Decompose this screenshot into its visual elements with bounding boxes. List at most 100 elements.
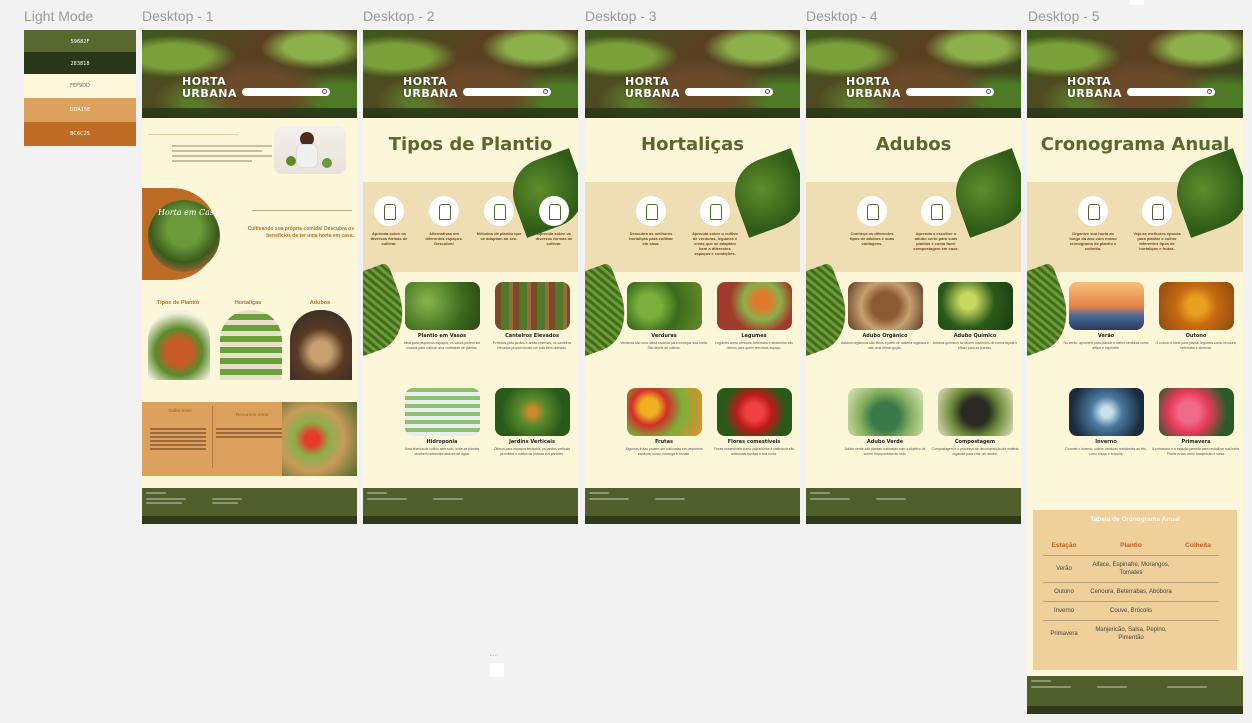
card-image-adubo-quimico[interactable]: [938, 282, 1013, 330]
hero-banner: HORTAURBANA ·····: [585, 30, 800, 118]
nav-item[interactable]: ·: [271, 115, 314, 118]
search-input[interactable]: [242, 88, 330, 96]
feature-item: Aprenda sobre os diversos formas de cult…: [530, 196, 578, 246]
swatch-primary[interactable]: 59682F: [24, 30, 136, 52]
nav-item[interactable]: ·: [228, 115, 271, 118]
card-image-outono[interactable]: [1159, 282, 1234, 330]
card-image-adubo-organico[interactable]: [848, 282, 923, 330]
nav-item[interactable]: ·: [585, 115, 628, 118]
nav-item[interactable]: ·: [806, 115, 849, 118]
frame-label-desktop-2[interactable]: Desktop - 2: [363, 8, 435, 24]
frame-label-desktop-1[interactable]: Desktop - 1: [142, 8, 214, 24]
table-header: Colheita: [1185, 542, 1211, 549]
frame-label-desktop-4[interactable]: Desktop - 4: [806, 8, 878, 24]
search-icon[interactable]: [765, 89, 770, 94]
card-image-inverno[interactable]: [1069, 388, 1144, 436]
site-logo[interactable]: HORTA URBANA: [625, 76, 680, 100]
nav-item[interactable]: ·: [628, 115, 671, 118]
nav-item[interactable]: ·: [714, 115, 757, 118]
feature-item: Veja as melhores épocas para plantar e c…: [1133, 196, 1181, 251]
card-text: Ideal para pequenos espaços, os vasos po…: [403, 341, 481, 350]
card-image-hidroponia[interactable]: [405, 388, 480, 436]
hortalicas-image[interactable]: [220, 310, 282, 380]
card-image-verduras[interactable]: [627, 282, 702, 330]
site-logo[interactable]: HORTA URBANA: [182, 76, 237, 100]
search-input[interactable]: [1127, 88, 1215, 96]
feature-item: Organize sua horta ao longo do ano com n…: [1069, 196, 1117, 251]
frame-desktop-1[interactable]: HORTAURBANA ····· Horta em Casa Cultivan…: [142, 30, 357, 524]
nav-item[interactable]: ·: [185, 115, 228, 118]
nav-item[interactable]: ·: [1157, 115, 1200, 118]
card-image-primavera[interactable]: [1159, 388, 1234, 436]
card-image-frutas[interactable]: [627, 388, 702, 436]
nav-item[interactable]: ·: [1070, 115, 1113, 118]
table-cell: Inverno: [1043, 601, 1085, 621]
card-text: Legumes como cenoura, beterraba e abobri…: [714, 341, 794, 350]
frame-label-desktop-3[interactable]: Desktop - 3: [585, 8, 657, 24]
nav-item[interactable]: ·: [492, 115, 535, 118]
nav-item[interactable]: ·: [671, 115, 714, 118]
table-row: Inverno Couve, Brócolis: [1043, 601, 1219, 621]
frame-desktop-4[interactable]: HORTAURBANA ····· Adubos Conheça os dife…: [806, 30, 1021, 524]
topic-title[interactable]: Adubos: [288, 300, 352, 306]
topic-title[interactable]: Hortaliças: [216, 300, 280, 306]
nav-item[interactable]: ·: [142, 115, 185, 118]
search-icon[interactable]: [543, 89, 548, 94]
search-input[interactable]: [906, 88, 994, 96]
nav-item[interactable]: ·: [449, 115, 492, 118]
search-icon[interactable]: [1207, 89, 1212, 94]
site-logo[interactable]: HORTA URBANA: [1067, 76, 1122, 100]
frame-label-desktop-5[interactable]: Desktop - 5: [1028, 8, 1100, 24]
frame-desktop-2[interactable]: HORTAURBANA ····· Tipos de Plantio Apren…: [363, 30, 578, 524]
nav-item[interactable]: ·: [935, 115, 978, 118]
nav-item[interactable]: ·: [314, 115, 357, 118]
nav-item[interactable]: ·: [1200, 115, 1243, 118]
card-image-adubo-verde[interactable]: [848, 388, 923, 436]
footer: [806, 488, 1021, 524]
card-text: Flores comestíveis como capuchinha e cal…: [713, 447, 795, 456]
nav-item[interactable]: ·: [363, 115, 406, 118]
nav-item[interactable]: ·: [757, 115, 800, 118]
swatch-orange[interactable]: BC6C25: [24, 122, 136, 146]
search-input[interactable]: [685, 88, 773, 96]
search-icon[interactable]: [986, 89, 991, 94]
search-input[interactable]: [463, 88, 551, 96]
nav-item[interactable]: ·: [978, 115, 1021, 118]
tipos-plantio-image[interactable]: [148, 310, 210, 380]
card-title: Frutas: [655, 439, 673, 445]
nav-item[interactable]: ·: [892, 115, 935, 118]
card-image-jardins[interactable]: [495, 388, 570, 436]
woman-plants-image: [274, 126, 346, 174]
canvas-handle[interactable]: [1130, 0, 1144, 5]
page-title: Cronograma Anual: [1040, 134, 1230, 155]
footer: [1027, 676, 1243, 714]
card-image-canteiros[interactable]: [495, 282, 570, 330]
nav-item[interactable]: ·: [406, 115, 449, 118]
card-image-vasos[interactable]: [405, 282, 480, 330]
nav-item[interactable]: ·: [849, 115, 892, 118]
card-image-verao[interactable]: [1069, 282, 1144, 330]
card-image-compostagem[interactable]: [938, 388, 1013, 436]
more-indicator[interactable]: ...: [489, 648, 497, 659]
swatch-dark[interactable]: 283818: [24, 52, 136, 74]
frame-desktop-3[interactable]: HORTAURBANA ····· Hortaliças Descubra as…: [585, 30, 800, 524]
nav-item[interactable]: ·: [1027, 115, 1070, 118]
add-frame-placeholder[interactable]: [490, 663, 504, 677]
hero-banner: HORTAURBANA ·····: [142, 30, 357, 118]
card-image-legumes[interactable]: [717, 282, 792, 330]
search-icon[interactable]: [322, 89, 327, 94]
frame-desktop-5[interactable]: HORTAURBANA ····· Cronograma Anual Organ…: [1027, 30, 1243, 714]
card-image-flores[interactable]: [717, 388, 792, 436]
topic-title[interactable]: Tipos de Plantio: [146, 300, 210, 306]
adubos-image[interactable]: [290, 310, 352, 380]
swatch-tan[interactable]: DDA15E: [24, 98, 136, 122]
schedule-table-caption: Tabela de Cronograma Anual: [1090, 516, 1180, 523]
site-logo[interactable]: HORTA URBANA: [403, 76, 458, 100]
site-logo[interactable]: HORTA URBANA: [846, 76, 901, 100]
nav-item[interactable]: ·: [535, 115, 578, 118]
table-cell: Cenoura, Beterrabas, Abóbora: [1085, 582, 1177, 602]
swatch-cream[interactable]: FEF9DD: [24, 74, 136, 98]
hero-banner: HORTAURBANA ·····: [1027, 30, 1243, 118]
palette-title[interactable]: Light Mode: [24, 8, 93, 24]
nav-item[interactable]: ·: [1113, 115, 1156, 118]
